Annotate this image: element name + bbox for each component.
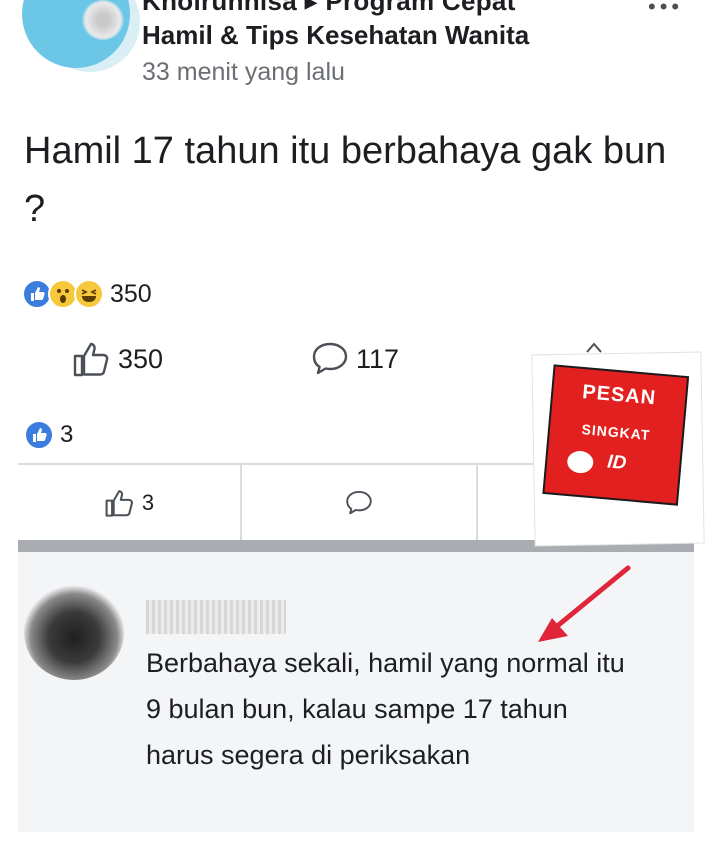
speech-bubble-icon <box>566 449 595 475</box>
badge-line2: SINGKAT <box>580 421 652 444</box>
haha-icon <box>74 279 104 309</box>
badge-line3: ID <box>606 451 628 475</box>
watermark-logo: PESAN SINGKAT ID <box>544 366 687 504</box>
reactions-summary[interactable]: 350 <box>22 278 152 310</box>
comment-count: 117 <box>356 343 400 374</box>
more-options-icon[interactable]: ••• <box>648 0 683 20</box>
watermark-badge: PESAN SINGKAT ID <box>532 352 704 546</box>
thumbs-up-icon <box>105 489 133 517</box>
sub-like-button[interactable]: 3 <box>18 465 240 540</box>
like-button[interactable]: 350 <box>72 340 163 378</box>
thumbs-up-icon <box>73 342 109 377</box>
divider <box>476 465 478 540</box>
sub-comment-button[interactable] <box>242 465 476 540</box>
comment-icon <box>346 490 372 514</box>
like-icon <box>24 420 54 450</box>
red-arrow-icon <box>538 565 631 642</box>
group-name[interactable]: Hamil & Tips Kesehatan Wanita <box>142 20 529 51</box>
page-avatar[interactable] <box>22 0 130 68</box>
sub-reactions-summary[interactable]: 3 <box>24 420 73 450</box>
sub-reaction-count: 3 <box>60 421 74 448</box>
post-text: Hamil 17 tahun itu berbahaya gak bun ? <box>24 130 667 230</box>
commenter-name-blurred[interactable] <box>146 600 286 634</box>
commenter-avatar[interactable] <box>24 585 124 680</box>
comment-button[interactable]: 117 <box>310 340 399 378</box>
post-author-group[interactable]: Kholrunnisa ▸ Program Cepat <box>142 0 516 17</box>
sub-like-count: 3 <box>141 489 155 515</box>
badge-line1: PESAN <box>581 381 658 410</box>
post-timestamp[interactable]: 33 menit yang lalu <box>142 58 345 87</box>
like-count: 350 <box>118 343 164 374</box>
comment-icon <box>312 342 348 375</box>
reaction-count: 350 <box>110 279 152 308</box>
comment-text: Berbahaya sekali, hamil yang normal itu … <box>146 648 625 770</box>
